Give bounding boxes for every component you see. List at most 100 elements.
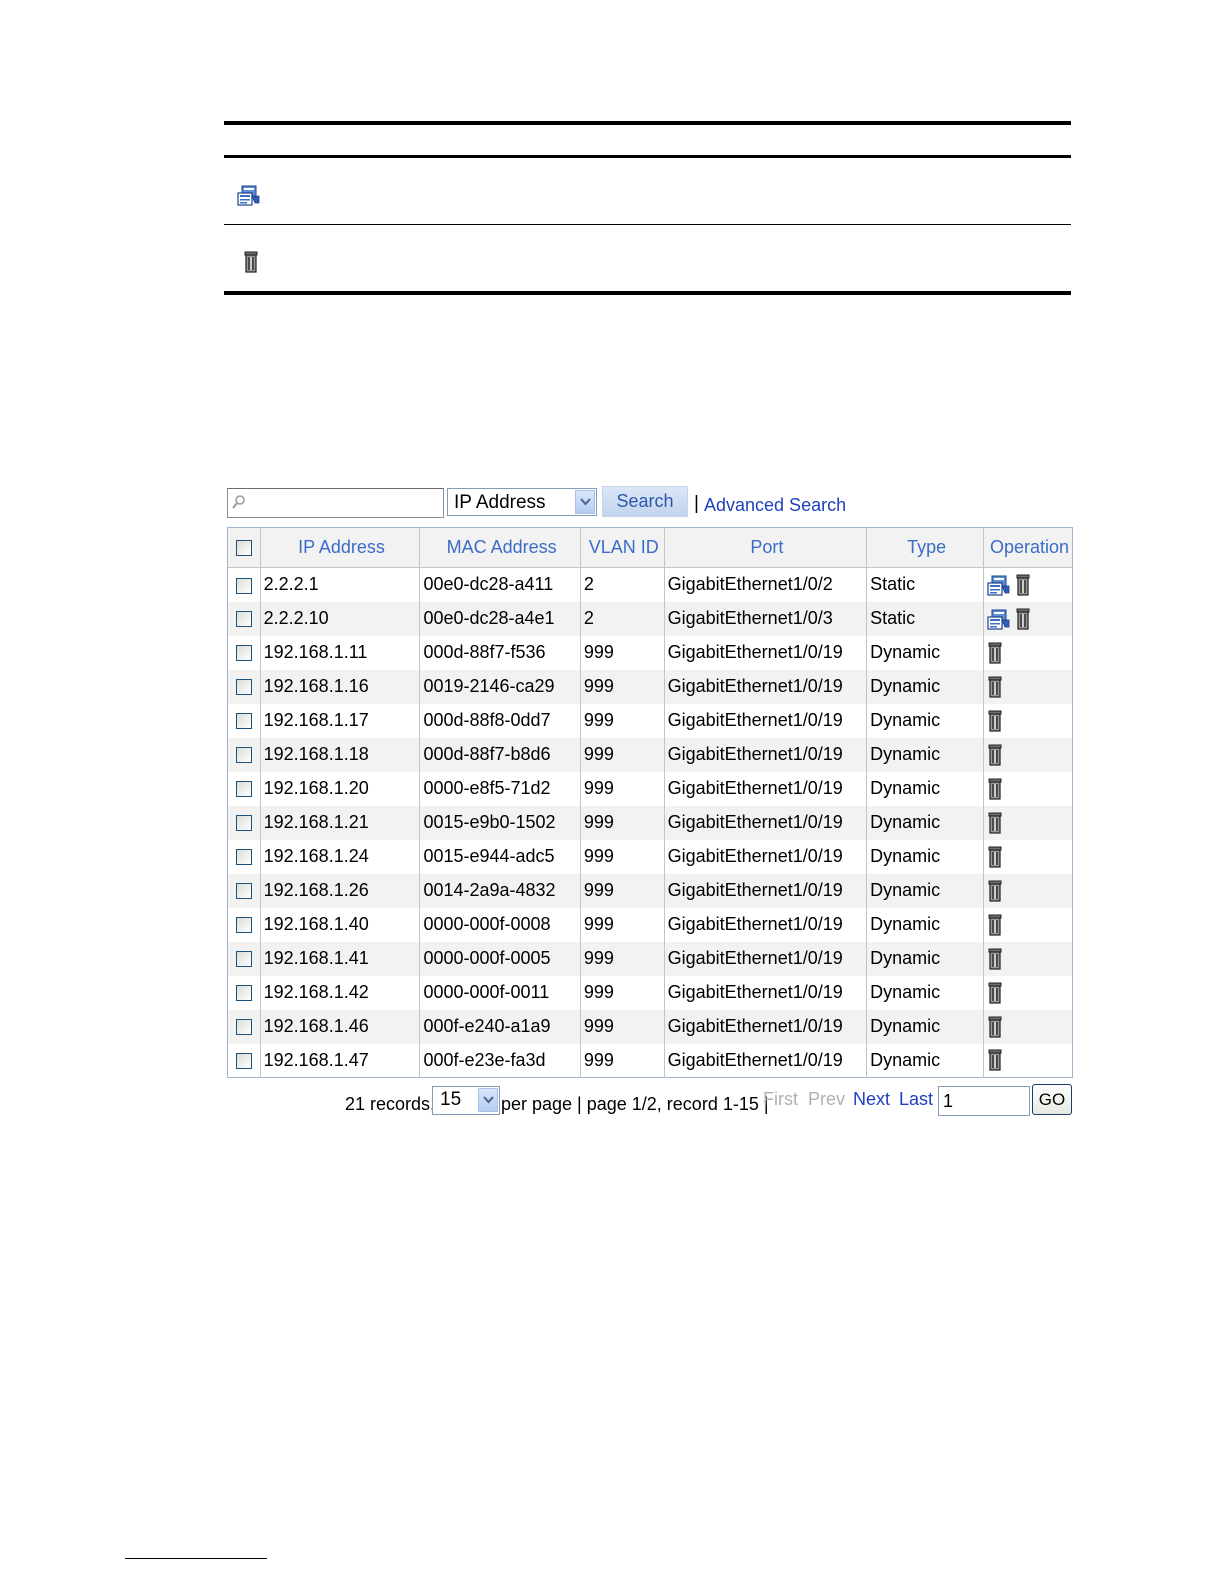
edit-icon[interactable] xyxy=(987,574,1011,596)
delete-icon[interactable] xyxy=(987,709,1003,732)
cell-mac-address: 0019-2146-ca29 xyxy=(419,669,581,704)
row-checkbox[interactable] xyxy=(235,679,252,696)
header-ip-address[interactable]: IP Address xyxy=(260,527,421,568)
per-page-select[interactable]: 15 xyxy=(432,1086,500,1115)
row-checkbox[interactable] xyxy=(235,917,252,934)
row-checkbox[interactable] xyxy=(235,645,252,662)
next-page-link[interactable]: Next xyxy=(853,1089,890,1110)
cell-operation xyxy=(984,942,1073,976)
delete-icon[interactable] xyxy=(987,981,1003,1004)
table-row: 2.2.2.1 00e0-dc28-a411 2 GigabitEthernet1/0… xyxy=(227,567,1073,602)
delete-icon[interactable] xyxy=(987,811,1003,834)
chevron-down-icon[interactable] xyxy=(575,490,595,514)
cell-ip-address: 192.168.1.16 xyxy=(260,669,421,704)
delete-icon[interactable] xyxy=(987,845,1003,868)
delete-icon[interactable] xyxy=(987,641,1003,664)
cell-mac-address: 0000-000f-0011 xyxy=(419,975,581,1010)
cell-type: Dynamic xyxy=(866,1043,985,1078)
header-mac-address[interactable]: MAC Address xyxy=(419,527,581,568)
row-checkbox[interactable] xyxy=(235,781,252,798)
cell-port: GigabitEthernet1/0/19 xyxy=(664,1009,868,1044)
cell-mac-address: 0015-e9b0-1502 xyxy=(419,805,581,840)
first-page-link[interactable]: First xyxy=(763,1089,798,1110)
cell-type: Dynamic xyxy=(866,975,985,1010)
cell-type: Dynamic xyxy=(866,669,985,704)
table-row: 192.168.1.20 0000-e8f5-71d2 999 GigabitEthe… xyxy=(227,771,1073,806)
delete-icon xyxy=(243,251,259,273)
delete-icon[interactable] xyxy=(987,777,1003,800)
cell-mac-address: 0000-000f-0005 xyxy=(419,941,581,976)
table-row: 192.168.1.24 0015-e944-adc5 999 GigabitEthe… xyxy=(227,839,1073,874)
cell-operation xyxy=(984,976,1073,1010)
search-button[interactable]: Search xyxy=(602,486,688,517)
row-checkbox[interactable] xyxy=(235,577,252,594)
cell-ip-address: 192.168.1.20 xyxy=(260,771,421,806)
row-select-cell xyxy=(227,805,261,840)
delete-icon[interactable] xyxy=(987,879,1003,902)
cell-vlan-id: 999 xyxy=(580,669,665,704)
cell-operation xyxy=(984,670,1073,704)
delete-icon[interactable] xyxy=(1015,574,1031,596)
delete-icon[interactable] xyxy=(1015,607,1031,630)
prev-page-link[interactable]: Prev xyxy=(808,1089,845,1110)
search-field-select[interactable]: IP Address xyxy=(447,488,597,516)
cell-operation xyxy=(984,704,1073,738)
advanced-search-link[interactable]: Advanced Search xyxy=(704,495,846,516)
delete-icon[interactable] xyxy=(987,675,1003,698)
cell-vlan-id: 999 xyxy=(580,907,665,942)
header-vlan-id[interactable]: VLAN ID xyxy=(580,527,665,568)
table-header-row: IP Address MAC Address VLAN ID Port Type… xyxy=(227,527,1073,568)
cell-mac-address: 0000-000f-0008 xyxy=(419,907,581,942)
cell-mac-address: 000f-e240-a1a9 xyxy=(419,1009,581,1044)
row-checkbox[interactable] xyxy=(235,815,252,832)
legend-top-rule xyxy=(224,121,1071,125)
cell-type: Dynamic xyxy=(866,873,985,908)
row-select-cell xyxy=(227,771,261,806)
cell-vlan-id: 999 xyxy=(580,839,665,874)
legend-bottom-rule xyxy=(224,291,1071,295)
row-checkbox[interactable] xyxy=(235,713,252,730)
search-input[interactable] xyxy=(250,491,439,515)
search-box xyxy=(227,488,444,518)
cell-ip-address: 192.168.1.24 xyxy=(260,839,421,874)
row-select-cell xyxy=(227,975,261,1010)
footer-rule xyxy=(125,1558,267,1559)
row-checkbox[interactable] xyxy=(235,985,252,1002)
row-checkbox[interactable] xyxy=(235,1019,252,1036)
row-checkbox[interactable] xyxy=(235,849,252,866)
cell-vlan-id: 999 xyxy=(580,635,665,670)
delete-icon[interactable] xyxy=(987,913,1003,936)
row-checkbox[interactable] xyxy=(235,747,252,764)
row-checkbox[interactable] xyxy=(235,951,252,968)
cell-operation xyxy=(984,1010,1073,1044)
row-select-cell xyxy=(227,907,261,942)
delete-icon[interactable] xyxy=(987,1049,1003,1071)
page-number-input[interactable] xyxy=(938,1086,1030,1116)
cell-type: Static xyxy=(866,601,985,636)
pagination-bar: 21 records, 15 per page | page 1/2, reco… xyxy=(0,1084,1224,1118)
row-select-cell xyxy=(227,567,261,602)
cell-vlan-id: 999 xyxy=(580,805,665,840)
cell-mac-address: 000d-88f7-f536 xyxy=(419,635,581,670)
edit-icon[interactable] xyxy=(987,607,1011,630)
header-type[interactable]: Type xyxy=(866,527,985,568)
cell-ip-address: 192.168.1.11 xyxy=(260,635,421,670)
cell-ip-address: 192.168.1.17 xyxy=(260,703,421,738)
delete-icon[interactable] xyxy=(987,1015,1003,1038)
delete-icon[interactable] xyxy=(987,947,1003,970)
cell-mac-address: 000f-e23e-fa3d xyxy=(419,1043,581,1078)
cell-port: GigabitEthernet1/0/19 xyxy=(664,805,868,840)
chevron-down-icon[interactable] xyxy=(478,1088,498,1112)
row-select-cell xyxy=(227,873,261,908)
select-all-checkbox[interactable] xyxy=(235,540,252,557)
cell-operation xyxy=(984,1044,1073,1078)
row-checkbox[interactable] xyxy=(235,611,252,628)
last-page-link[interactable]: Last xyxy=(899,1089,933,1110)
delete-icon[interactable] xyxy=(987,743,1003,766)
header-port[interactable]: Port xyxy=(664,527,868,568)
cell-ip-address: 192.168.1.18 xyxy=(260,737,421,772)
cell-vlan-id: 2 xyxy=(580,567,665,602)
row-checkbox[interactable] xyxy=(235,883,252,900)
row-checkbox[interactable] xyxy=(235,1053,252,1069)
go-button[interactable]: GO xyxy=(1032,1084,1072,1115)
